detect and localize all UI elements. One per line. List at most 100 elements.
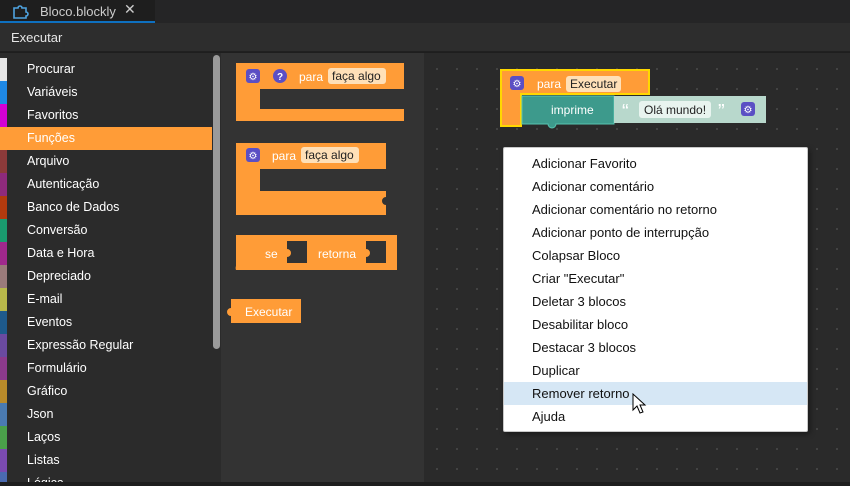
- category-item[interactable]: Eventos: [0, 311, 212, 334]
- category-label: Laços: [27, 430, 61, 444]
- blockly-puzzle-icon: [13, 5, 29, 19]
- category-color-swatch: [0, 288, 7, 311]
- category-color-swatch: [0, 58, 7, 81]
- category-color-swatch: [0, 380, 7, 403]
- block-keyword: retorna: [318, 247, 356, 261]
- category-label: Depreciado: [27, 269, 91, 283]
- category-item[interactable]: Autenticação: [0, 173, 212, 196]
- category-item[interactable]: Variáveis: [0, 81, 212, 104]
- context-menu-item[interactable]: Adicionar Favorito: [504, 152, 807, 175]
- context-menu-item[interactable]: Duplicar: [504, 359, 807, 382]
- category-color-swatch: [0, 196, 7, 219]
- category-label: Json: [27, 407, 54, 421]
- block-keyword: para: [537, 77, 561, 91]
- category-color-swatch: [0, 173, 7, 196]
- toolbar: Executar: [0, 23, 850, 52]
- svg-text:”: ”: [718, 101, 725, 123]
- category-label: Gráfico: [27, 384, 68, 398]
- call-executar-block[interactable]: Executar: [227, 299, 301, 323]
- category-item[interactable]: Formulário: [0, 357, 212, 380]
- category-color-swatch: [0, 472, 7, 482]
- context-menu: Adicionar Favorito Adicionar comentário Ad…: [503, 147, 808, 432]
- category-label: Lógica: [27, 476, 64, 482]
- svg-text:⚙: ⚙: [249, 151, 258, 162]
- category-item[interactable]: Laços: [0, 426, 212, 449]
- category-label: Expressão Regular: [27, 338, 134, 352]
- category-item[interactable]: Listas: [0, 449, 212, 472]
- category-color-swatch: [0, 311, 7, 334]
- svg-text:Executar: Executar: [245, 305, 292, 319]
- category-label: Conversão: [27, 223, 88, 237]
- category-item[interactable]: Arquivo: [0, 150, 212, 173]
- block-keyword: para: [272, 149, 296, 163]
- category-label: Arquivo: [27, 154, 70, 168]
- run-button[interactable]: Executar: [11, 30, 62, 45]
- context-menu-item[interactable]: Adicionar ponto de interrupção: [504, 221, 807, 244]
- editor-tab[interactable]: Bloco.blockly ✕: [0, 0, 155, 23]
- context-menu-item[interactable]: Desabilitar bloco: [504, 313, 807, 336]
- category-label: Procurar: [27, 62, 75, 76]
- category-item[interactable]: Lógica: [0, 472, 212, 482]
- category-label: Formulário: [27, 361, 87, 375]
- function-block[interactable]: ⚙ para faça algo: [236, 143, 386, 215]
- block-keyword: para: [299, 70, 323, 84]
- category-item[interactable]: Banco de Dados: [0, 196, 212, 219]
- text-block[interactable]: “ Olá mundo! ” ⚙: [614, 96, 766, 123]
- context-menu-item[interactable]: Adicionar comentário no retorno: [504, 198, 807, 221]
- context-menu-item[interactable]: Remover retorno: [504, 382, 807, 405]
- if-return-block[interactable]: se retorna: [235, 235, 397, 270]
- category-item[interactable]: Procurar: [0, 58, 212, 81]
- category-color-swatch: [0, 150, 7, 173]
- category-color-swatch: [0, 426, 7, 449]
- flyout-canvas: ⚙ ? para faça algo ⚙ para faça algo se r…: [227, 63, 404, 323]
- block-flyout: ⚙ ? para faça algo ⚙ para faça algo se r…: [221, 53, 424, 482]
- category-color-swatch: [0, 357, 7, 380]
- category-label: E-mail: [27, 292, 63, 306]
- category-scrollbar[interactable]: [213, 55, 220, 349]
- close-icon[interactable]: ✕: [124, 2, 136, 18]
- svg-text:faça algo: faça algo: [305, 148, 354, 162]
- category-color-swatch: [0, 127, 7, 150]
- category-color-swatch: [0, 403, 7, 426]
- svg-text:⚙: ⚙: [744, 105, 753, 116]
- category-color-swatch: [0, 104, 7, 127]
- category-label: Favoritos: [27, 108, 79, 122]
- category-color-swatch: [0, 219, 7, 242]
- context-menu-item[interactable]: Deletar 3 blocos: [504, 290, 807, 313]
- category-label: Autenticação: [27, 177, 100, 191]
- category-item[interactable]: Json: [0, 403, 212, 426]
- print-block[interactable]: imprime: [521, 95, 615, 129]
- svg-text:Executar: Executar: [570, 77, 617, 91]
- block-keyword: se: [265, 247, 278, 261]
- category-color-swatch: [0, 265, 7, 288]
- tab-title: Bloco.blockly: [40, 4, 116, 19]
- category-color-swatch: [0, 334, 7, 357]
- block-keyword: imprime: [551, 103, 594, 117]
- category-item[interactable]: Expressão Regular: [0, 334, 212, 357]
- category-item[interactable]: Favoritos: [0, 104, 212, 127]
- category-label: Variáveis: [27, 85, 78, 99]
- category-label: Data e Hora: [27, 246, 95, 260]
- context-menu-item[interactable]: Criar "Executar": [504, 267, 807, 290]
- svg-text:?: ?: [277, 72, 283, 83]
- category-color-swatch: [0, 81, 7, 104]
- category-item[interactable]: Conversão: [0, 219, 212, 242]
- mouse-cursor-icon: [632, 393, 647, 414]
- category-item[interactable]: E-mail: [0, 288, 212, 311]
- category-item[interactable]: Gráfico: [0, 380, 212, 403]
- category-label: Listas: [27, 453, 60, 467]
- context-menu-item[interactable]: Adicionar comentário: [504, 175, 807, 198]
- category-item[interactable]: Data e Hora: [0, 242, 212, 265]
- svg-text:⚙: ⚙: [513, 79, 522, 90]
- category-item[interactable]: Depreciado: [0, 265, 212, 288]
- category-color-swatch: [0, 449, 7, 472]
- category-label: Eventos: [27, 315, 73, 329]
- context-menu-item[interactable]: Colapsar Bloco: [504, 244, 807, 267]
- category-list: Procurar Variáveis Favoritos Funções Arquivo…: [0, 53, 221, 482]
- category-label: Banco de Dados: [27, 200, 120, 214]
- context-menu-item[interactable]: Destacar 3 blocos: [504, 336, 807, 359]
- category-item[interactable]: Funções: [0, 127, 212, 150]
- category-label: Funções: [27, 131, 75, 145]
- function-block-with-help[interactable]: ⚙ ? para faça algo: [236, 63, 404, 121]
- context-menu-item[interactable]: Ajuda: [504, 405, 807, 428]
